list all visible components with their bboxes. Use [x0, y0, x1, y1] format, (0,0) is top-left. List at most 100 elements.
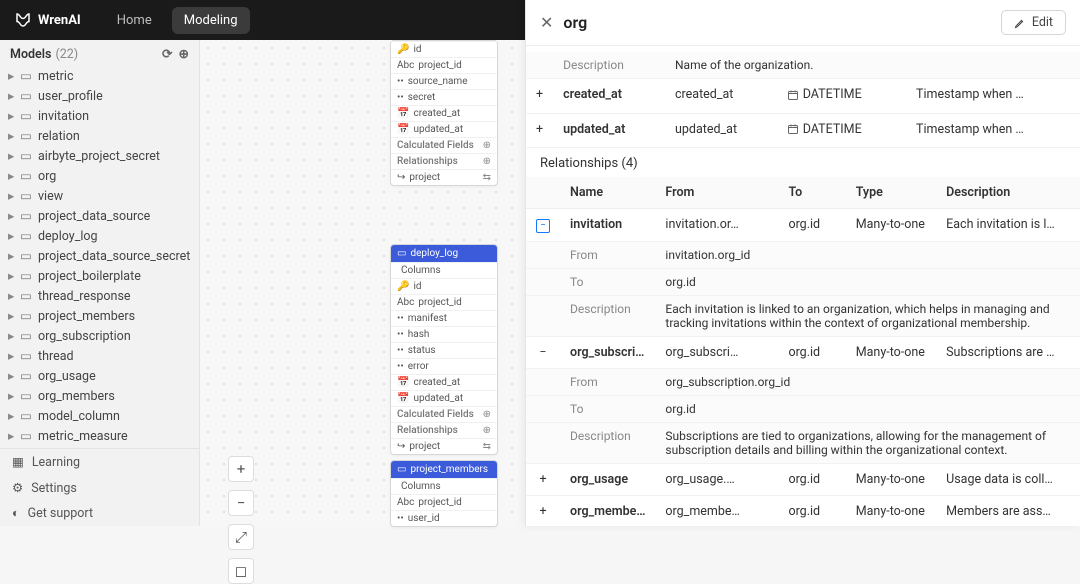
card-field[interactable]: 🔑id — [391, 278, 497, 294]
link-learning[interactable]: ▦Learning — [0, 449, 199, 475]
model-row-project_data_source_secret[interactable]: ▸▭project_data_source_secret — [0, 246, 199, 266]
chevron-right-icon: ▸ — [8, 108, 18, 124]
link-settings[interactable]: ⚙Settings — [0, 475, 199, 501]
gear-icon: ⚙ — [12, 480, 23, 496]
model-row-thread_response[interactable]: ▸▭thread_response — [0, 286, 199, 306]
card-field[interactable]: ••hash — [391, 326, 497, 342]
relationship-row[interactable]: −org_subscri…org_subscri…org.idMany-to-o… — [526, 337, 1080, 369]
card-field[interactable]: ••user_id — [391, 510, 497, 526]
table-icon: ▭ — [20, 68, 34, 84]
model-row-project_data_source[interactable]: ▸▭project_data_source — [0, 206, 199, 226]
models-header: Models (22) ⟳ ⊕ — [0, 40, 199, 66]
calendar-icon — [787, 89, 799, 101]
card-relation[interactable]: ↪project⇆ — [391, 169, 497, 185]
zoom-fit-button[interactable]: ⤢ — [228, 524, 254, 550]
card-field[interactable]: Columns — [391, 478, 497, 494]
table-icon: ▭ — [20, 108, 34, 124]
detail-panel: ✕ org Edit DescriptionName of the organi… — [525, 0, 1080, 526]
card-section[interactable]: Calculated Fields⊕ — [391, 406, 497, 422]
relationship-row[interactable]: +org_usageorg_usage.…org.idMany-to-oneUs… — [526, 464, 1080, 496]
card-field[interactable]: ••error — [391, 358, 497, 374]
card-top[interactable]: 🔑idAbcproject_id••source_name••secret📅cr… — [390, 40, 498, 186]
table-icon: ▭ — [20, 288, 34, 304]
nav-modeling[interactable]: Modeling — [172, 7, 250, 34]
card-field[interactable]: Abcproject_id — [391, 57, 497, 73]
card-field[interactable]: ••manifest — [391, 310, 497, 326]
card-field[interactable]: 📅created_at — [391, 105, 497, 121]
card-field[interactable]: ••status — [391, 342, 497, 358]
model-row-project_boilerplate[interactable]: ▸▭project_boilerplate — [0, 266, 199, 286]
close-icon[interactable]: ✕ — [540, 13, 553, 32]
relationship-row[interactable]: +org_membe…org_membe…org.idMany-to-oneMe… — [526, 496, 1080, 527]
expand-icon[interactable]: + — [526, 496, 560, 527]
chevron-right-icon: ▸ — [8, 88, 18, 104]
panel-body: DescriptionName of the organization.+cre… — [526, 46, 1080, 526]
card-section[interactable]: Relationships⊕ — [391, 153, 497, 169]
card-field[interactable]: 📅updated_at — [391, 390, 497, 406]
card-field[interactable]: Abcproject_id — [391, 494, 497, 510]
model-row-relation[interactable]: ▸▭relation — [0, 126, 199, 146]
field-row[interactable]: +created_atcreated_atDATETIMETimestamp w… — [526, 79, 1080, 114]
field-row[interactable]: +updated_atupdated_atDATETIMETimestamp w… — [526, 113, 1080, 148]
zoom-out-button[interactable]: − — [228, 490, 254, 516]
zoom-in-button[interactable]: + — [228, 456, 254, 482]
nav-home[interactable]: Home — [105, 7, 164, 34]
model-row-metric_measure[interactable]: ▸▭metric_measure — [0, 426, 199, 446]
model-row-deploy_log[interactable]: ▸▭deploy_log — [0, 226, 199, 246]
card-section[interactable]: Calculated Fields⊕ — [391, 137, 497, 153]
table-icon: ▭ — [20, 348, 34, 364]
calendar-icon — [787, 123, 799, 135]
table-icon: ▭ — [20, 268, 34, 284]
chevron-right-icon: ▸ — [8, 368, 18, 384]
table-icon: ▭ — [20, 148, 34, 164]
card-field[interactable]: ••source_name — [391, 73, 497, 89]
chevron-right-icon: ▸ — [8, 288, 18, 304]
model-row-model_column[interactable]: ▸▭model_column — [0, 406, 199, 426]
card-project-members[interactable]: ▭project_membersColumnsAbcproject_id••us… — [390, 460, 498, 527]
card-field[interactable]: Abcproject_id — [391, 294, 497, 310]
card-deploy-log[interactable]: ▭deploy_logColumns🔑idAbcproject_id••mani… — [390, 244, 498, 455]
expand-icon[interactable]: + — [526, 464, 560, 496]
card-field[interactable]: Columns — [391, 262, 497, 278]
chevron-right-icon: ▸ — [8, 208, 18, 224]
card-field[interactable]: 🔑id — [391, 41, 497, 57]
relationship-row[interactable]: −invitationinvitation.or…org.idMany-to-o… — [526, 209, 1080, 242]
model-row-thread[interactable]: ▸▭thread — [0, 346, 199, 366]
refresh-icon[interactable]: ⟳ — [162, 46, 172, 62]
model-row-org_usage[interactable]: ▸▭org_usage — [0, 366, 199, 386]
chevron-right-icon: ▸ — [8, 228, 18, 244]
edit-button[interactable]: Edit — [1001, 10, 1066, 35]
expand-icon[interactable]: + — [526, 79, 553, 114]
zoom-lock-button[interactable]: ◻ — [228, 558, 254, 584]
model-row-org_subscription[interactable]: ▸▭org_subscription — [0, 326, 199, 346]
expand-icon[interactable]: − — [526, 337, 560, 369]
model-row-project_members[interactable]: ▸▭project_members — [0, 306, 199, 326]
add-model-icon[interactable]: ⊕ — [179, 46, 189, 62]
card-title: ▭deploy_log — [391, 245, 497, 262]
model-row-view[interactable]: ▸▭view — [0, 186, 199, 206]
chevron-right-icon: ▸ — [8, 328, 18, 344]
expand-icon[interactable]: − — [526, 209, 560, 242]
expand-icon[interactable]: + — [526, 113, 553, 148]
table-icon: ▭ — [20, 208, 34, 224]
brand-logo[interactable]: WrenAI — [14, 11, 81, 29]
model-row-user_profile[interactable]: ▸▭user_profile — [0, 86, 199, 106]
model-row-metric[interactable]: ▸▭metric — [0, 66, 199, 86]
card-field[interactable]: 📅updated_at — [391, 121, 497, 137]
card-title: ▭project_members — [391, 461, 497, 478]
link-support[interactable]: ◐Get support — [0, 501, 199, 526]
pencil-icon — [1014, 17, 1026, 29]
left-sidebar: Models (22) ⟳ ⊕ ▸▭metric▸▭user_profile▸▭… — [0, 40, 200, 526]
chevron-right-icon: ▸ — [8, 248, 18, 264]
card-field[interactable]: 📅created_at — [391, 374, 497, 390]
model-row-airbyte_project_secret[interactable]: ▸▭airbyte_project_secret — [0, 146, 199, 166]
card-section[interactable]: Relationships⊕ — [391, 422, 497, 438]
model-row-org[interactable]: ▸▭org — [0, 166, 199, 186]
table-icon: ▭ — [20, 388, 34, 404]
table-icon: ▭ — [20, 428, 34, 444]
table-icon: ▭ — [20, 408, 34, 424]
model-row-invitation[interactable]: ▸▭invitation — [0, 106, 199, 126]
card-field[interactable]: ••secret — [391, 89, 497, 105]
model-row-org_members[interactable]: ▸▭org_members — [0, 386, 199, 406]
card-relation[interactable]: ↪project⇆ — [391, 438, 497, 454]
